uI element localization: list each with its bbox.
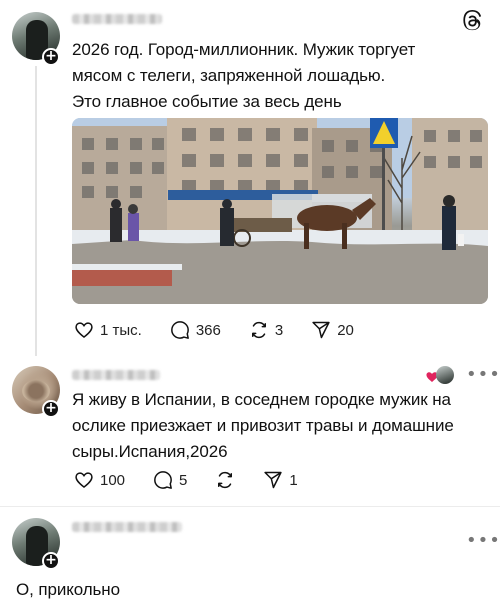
paper-plane-icon	[264, 471, 283, 489]
reply1-actions: 100 5 1	[74, 470, 326, 490]
reply1-text-line-3: сыры.Испания,2026	[72, 442, 228, 461]
thread-connector-line	[35, 66, 37, 356]
more-dots-icon[interactable]: •••	[466, 364, 500, 385]
follow-plus-icon[interactable]: +	[42, 552, 60, 570]
comment-count: 5	[179, 471, 188, 489]
reply1-author-name-blurred[interactable]	[72, 370, 160, 380]
share-button[interactable]: 20	[311, 320, 354, 340]
liked-by-author-avatar	[436, 366, 454, 384]
repost-button[interactable]: 3	[249, 320, 283, 340]
more-dots-icon[interactable]: •••	[466, 530, 500, 551]
repost-button[interactable]	[215, 470, 235, 490]
comment-count: 366	[195, 321, 221, 339]
post-actions: 1 тыс. 366 3 20	[74, 320, 382, 340]
speech-bubble-icon	[170, 321, 189, 339]
post-text-line-1: 2026 год. Город-миллионник. Мужик торгуе…	[72, 40, 416, 59]
heart-icon	[75, 322, 93, 339]
post-text-line-2: мясом с телеги, запряженной лошадью.	[72, 66, 386, 85]
threads-logo-icon[interactable]	[462, 10, 484, 32]
follow-plus-icon[interactable]: +	[42, 400, 60, 418]
speech-bubble-icon	[154, 471, 172, 489]
street-scene-image	[72, 118, 488, 304]
post-photo[interactable]	[72, 118, 488, 304]
heart-icon	[75, 472, 93, 489]
reply2-text: О, прикольно	[16, 580, 120, 599]
repost-arrows-icon	[218, 471, 233, 489]
share-count: 20	[337, 321, 354, 339]
follow-plus-icon[interactable]: +	[42, 48, 60, 66]
divider	[0, 506, 500, 507]
reply1-text-line-2: ослике приезжает и привозит травы и дома…	[72, 416, 454, 435]
repost-count: 3	[274, 321, 284, 339]
share-count: 1	[289, 471, 298, 489]
comment-button[interactable]: 5	[153, 470, 187, 490]
reply1-text-line-1: Я живу в Испании, в соседнем городке муж…	[72, 390, 451, 409]
comment-button[interactable]: 366	[170, 320, 221, 340]
like-count: 100	[100, 471, 126, 489]
repost-arrows-icon	[251, 321, 266, 339]
post-text-line-3: Это главное событие за весь день	[72, 92, 342, 111]
reply2-author-name-blurred[interactable]	[72, 522, 182, 532]
like-button[interactable]: 100	[74, 470, 125, 490]
like-count: 1 тыс.	[100, 321, 142, 339]
share-button[interactable]: 1	[263, 470, 298, 490]
like-button[interactable]: 1 тыс.	[74, 320, 142, 340]
paper-plane-icon	[312, 321, 330, 339]
post-author-name-blurred[interactable]	[72, 14, 162, 24]
